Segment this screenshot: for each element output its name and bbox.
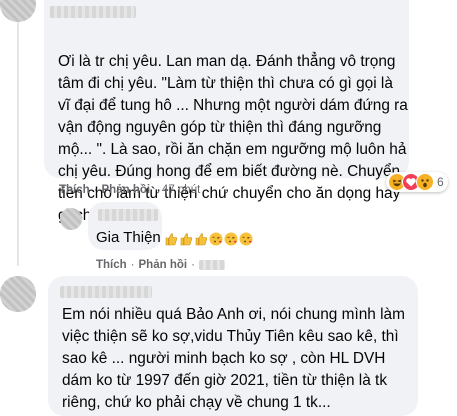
separator-dot: ·	[130, 259, 135, 271]
separator-dot: ·	[191, 259, 195, 271]
thumbs-up-icon	[194, 232, 208, 246]
reply-avatar[interactable]	[60, 208, 82, 230]
like-link[interactable]: Thích	[96, 259, 127, 271]
comment-text-content: Ơi là tr chị yêu. Lan man dạ. Đánh thẳng…	[58, 53, 408, 224]
comment-timestamp[interactable]: 47 phút	[162, 184, 200, 196]
reply-name-blurred[interactable]	[98, 209, 158, 221]
avatar-blur	[0, 0, 36, 22]
commenter-avatar[interactable]	[0, 276, 36, 312]
wow-icon	[416, 173, 434, 191]
comment-text: Em nói nhiều quá Bảo Anh ơi, nói chung m…	[62, 306, 405, 411]
thumbs-up-icon	[179, 232, 193, 246]
blowing-kiss-icon	[239, 232, 253, 246]
avatar-blur	[0, 276, 36, 312]
separator-dot: ·	[93, 184, 98, 196]
reply-link[interactable]: Phản hồi	[139, 259, 188, 271]
avatar-blur	[60, 208, 82, 230]
thumbs-up-icon	[164, 232, 178, 246]
reply-text: Gia Thiện	[96, 229, 161, 246]
comment-actions: Thích · Phản hồi · 47 phút	[59, 184, 200, 196]
reply-actions: Thích · Phản hồi ·	[96, 259, 225, 271]
comment-text: Ơi là tr chị yêu. Lan man dạ. Đánh thẳng…	[58, 29, 408, 227]
blowing-kiss-icon	[224, 232, 238, 246]
commenter-name-blurred[interactable]	[50, 6, 136, 18]
like-link[interactable]: Thích	[59, 184, 90, 196]
reply-timestamp-blurred[interactable]	[198, 260, 225, 270]
thread-connector	[17, 22, 19, 266]
reply-emoji-row	[164, 232, 253, 246]
commenter-name-blurred[interactable]	[60, 286, 152, 298]
reaction-count: 6	[437, 175, 444, 189]
blowing-kiss-icon	[209, 232, 223, 246]
reply-link[interactable]: Phản hồi	[102, 184, 151, 196]
reaction-summary[interactable]: 6	[386, 172, 448, 192]
separator-dot: ·	[154, 184, 158, 196]
commenter-avatar[interactable]	[0, 0, 36, 22]
